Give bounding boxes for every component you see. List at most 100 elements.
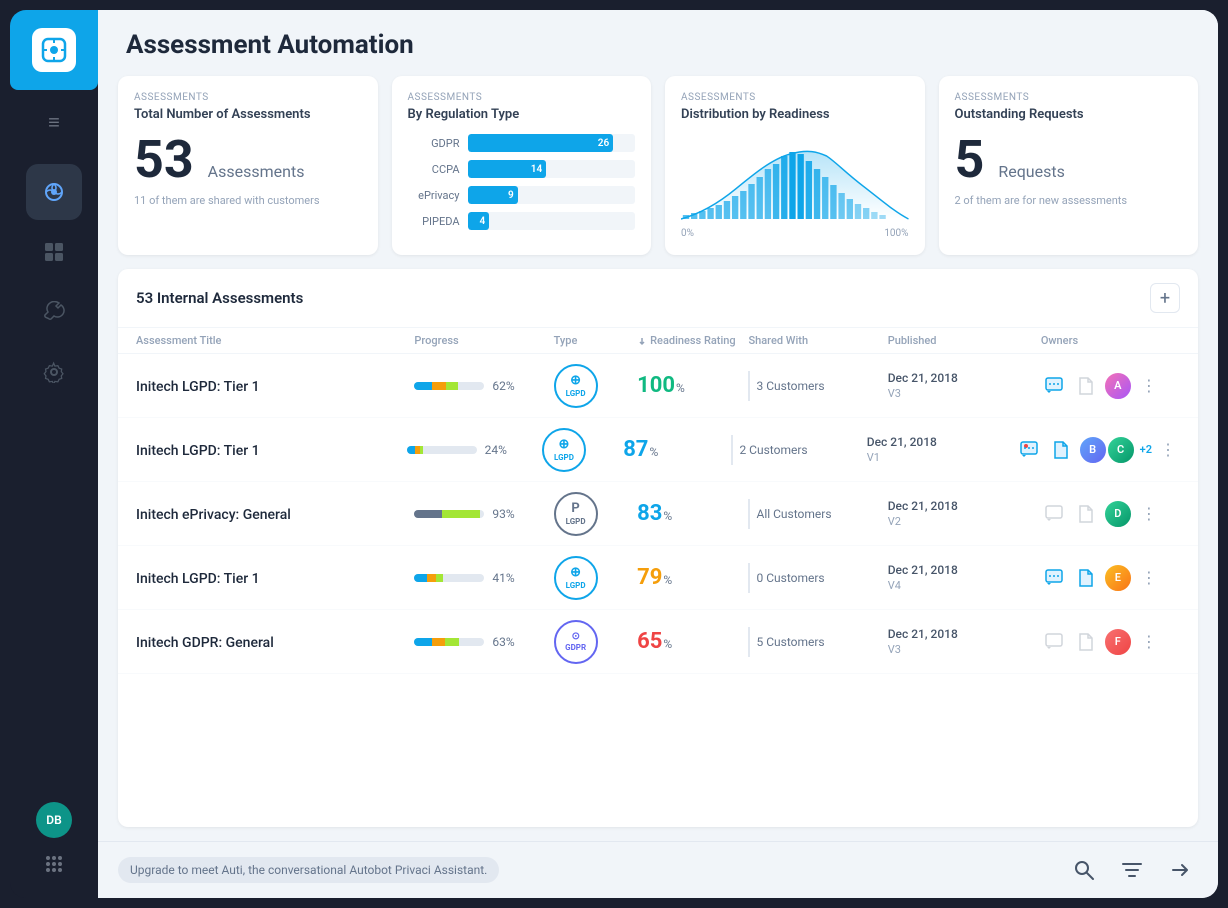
bar-row-eprivacy: ePrivacy 9 bbox=[408, 186, 636, 204]
owner-avatar-4: E bbox=[1103, 563, 1133, 593]
total-section-label: Assessments bbox=[134, 92, 362, 103]
chatbot-bubble: Upgrade to meet Auti, the conversational… bbox=[118, 857, 499, 883]
cell-shared-3: All Customers bbox=[748, 499, 887, 529]
cell-assessment-4: Initech LGPD: Tier 1 bbox=[136, 568, 414, 587]
cell-assessment-2: Initech LGPD: Tier 1 bbox=[136, 440, 407, 459]
actions-5 bbox=[1041, 629, 1099, 655]
bar-fill-pipeda: 4 bbox=[468, 212, 490, 230]
cell-owners-2: B C +2 ⋮ bbox=[1016, 435, 1180, 465]
cell-type-1: ⊕ LGPD bbox=[554, 364, 638, 408]
table-row: Initech LGPD: Tier 1 62% bbox=[118, 354, 1198, 418]
cell-shared-1: 3 Customers bbox=[748, 371, 887, 401]
regulation-bar-chart: GDPR 26 CCPA 14 bbox=[408, 134, 636, 230]
row-more-button-5[interactable]: ⋮ bbox=[1137, 628, 1161, 655]
bar-value-eprivacy: 9 bbox=[508, 190, 514, 201]
file-icon-4[interactable] bbox=[1073, 565, 1099, 591]
row-more-button-1[interactable]: ⋮ bbox=[1137, 372, 1161, 399]
apps-grid-button[interactable] bbox=[36, 846, 72, 882]
page-title: Assessment Automation bbox=[126, 30, 1190, 60]
file-icon-5[interactable] bbox=[1073, 629, 1099, 655]
sidebar-logo bbox=[10, 10, 98, 90]
owner-avatar-2b: C bbox=[1106, 435, 1136, 465]
type-badge-eprivacy-3: P LGPD bbox=[554, 492, 598, 536]
bar-fill-gdpr: 26 bbox=[468, 134, 614, 152]
sidebar-item-settings[interactable] bbox=[26, 344, 82, 400]
cell-progress-3: 93% bbox=[414, 507, 553, 521]
owners-more-2: +2 bbox=[1140, 443, 1152, 456]
actions-4 bbox=[1041, 565, 1099, 591]
cell-owners-3: D ⋮ bbox=[1041, 499, 1180, 529]
comment-icon-3[interactable] bbox=[1041, 501, 1067, 527]
bar-label-gdpr: GDPR bbox=[408, 137, 460, 150]
add-assessment-button[interactable]: + bbox=[1150, 283, 1180, 313]
col-header-type: Type bbox=[554, 334, 638, 347]
cell-assessment-3: Initech ePrivacy: General bbox=[136, 504, 414, 523]
cell-progress-2: 24% bbox=[407, 443, 542, 457]
row-more-button-4[interactable]: ⋮ bbox=[1137, 564, 1161, 591]
row-more-button-3[interactable]: ⋮ bbox=[1137, 500, 1161, 527]
comment-icon-5[interactable] bbox=[1041, 629, 1067, 655]
bar-fill-eprivacy: 9 bbox=[468, 186, 518, 204]
total-number: 53 bbox=[134, 134, 194, 186]
sidebar-nav bbox=[26, 154, 82, 802]
search-button[interactable] bbox=[1066, 852, 1102, 888]
outstanding-sub: 2 of them are for new assessments bbox=[955, 194, 1183, 207]
sidebar-item-network[interactable] bbox=[26, 164, 82, 220]
cell-type-2: ⊕ LGPD bbox=[542, 428, 623, 472]
filter-button[interactable] bbox=[1114, 852, 1150, 888]
forward-button[interactable] bbox=[1162, 852, 1198, 888]
file-icon-3[interactable] bbox=[1073, 501, 1099, 527]
cell-readiness-4: 79 % bbox=[637, 565, 748, 590]
actions-3 bbox=[1041, 501, 1099, 527]
table-title: 53 Internal Assessments bbox=[136, 289, 303, 307]
type-badge-lgpd-2: ⊕ LGPD bbox=[542, 428, 586, 472]
cell-owners-4: E ⋮ bbox=[1041, 563, 1180, 593]
cell-shared-5: 5 Customers bbox=[748, 627, 887, 657]
actions-1 bbox=[1041, 373, 1099, 399]
type-badge-lgpd-4: ⊕ LGPD bbox=[554, 556, 598, 600]
file-icon-1[interactable] bbox=[1073, 373, 1099, 399]
comment-icon-1[interactable] bbox=[1041, 373, 1067, 399]
cell-readiness-2: 87 % bbox=[623, 437, 731, 462]
type-badge-lgpd-1: ⊕ LGPD bbox=[554, 364, 598, 408]
col-header-assessment-title: Assessment Title bbox=[136, 334, 414, 347]
bar-track-pipeda: 4 bbox=[468, 212, 636, 230]
sidebar: ≡ bbox=[10, 10, 98, 898]
outstanding-unit: Requests bbox=[998, 162, 1065, 181]
cell-owners-1: A ⋮ bbox=[1041, 371, 1180, 401]
cell-shared-4: 0 Customers bbox=[748, 563, 887, 593]
chatbot-text: Upgrade to meet Auti, the conversational… bbox=[130, 863, 487, 877]
comment-icon-4[interactable] bbox=[1041, 565, 1067, 591]
file-icon-2[interactable] bbox=[1048, 437, 1074, 463]
bottom-bar: Upgrade to meet Auti, the conversational… bbox=[98, 841, 1218, 898]
table-row: Initech GDPR: General 63% bbox=[118, 610, 1198, 674]
cell-assessment-1: Initech LGPD: Tier 1 bbox=[136, 376, 414, 395]
cell-published-1: Dec 21, 2018 V3 bbox=[888, 371, 1041, 400]
cell-shared-2: 2 Customers bbox=[731, 435, 866, 465]
stat-card-outstanding: Assessments Outstanding Requests 5 Reque… bbox=[939, 76, 1199, 255]
cell-published-2: Dec 21, 2018 V1 bbox=[867, 435, 1016, 464]
outstanding-section-label: Assessments bbox=[955, 92, 1183, 103]
regulation-card-title: By Regulation Type bbox=[408, 107, 636, 122]
comment-icon-2[interactable] bbox=[1016, 437, 1042, 463]
bar-row-gdpr: GDPR 26 bbox=[408, 134, 636, 152]
col-header-shared-with: Shared With bbox=[748, 334, 887, 347]
chatbot-message: Upgrade to meet Auti, the conversational… bbox=[118, 857, 499, 883]
col-header-owners: Owners bbox=[1041, 334, 1180, 347]
column-headers: Assessment Title Progress Type Readiness… bbox=[118, 328, 1198, 354]
col-header-readiness: Readiness Rating bbox=[637, 334, 748, 347]
distribution-chart bbox=[681, 134, 909, 224]
menu-toggle-button[interactable]: ≡ bbox=[10, 100, 98, 144]
row-more-button-2[interactable]: ⋮ bbox=[1156, 436, 1180, 463]
cell-readiness-5: 65 % bbox=[637, 629, 748, 654]
assessments-table: 53 Internal Assessments + Assessment Tit… bbox=[118, 269, 1198, 827]
table-row: Initech LGPD: Tier 1 41% bbox=[118, 546, 1198, 610]
sidebar-item-tools[interactable] bbox=[26, 284, 82, 340]
outstanding-card-title: Outstanding Requests bbox=[955, 107, 1183, 122]
distribution-axis: 0% 100% bbox=[681, 228, 909, 239]
bar-row-ccpa: CCPA 14 bbox=[408, 160, 636, 178]
sort-icon bbox=[637, 336, 647, 346]
user-avatar[interactable]: DB bbox=[36, 802, 72, 838]
stat-card-regulation: Assessments By Regulation Type GDPR 26 C… bbox=[392, 76, 652, 255]
sidebar-item-dashboard[interactable] bbox=[26, 224, 82, 280]
